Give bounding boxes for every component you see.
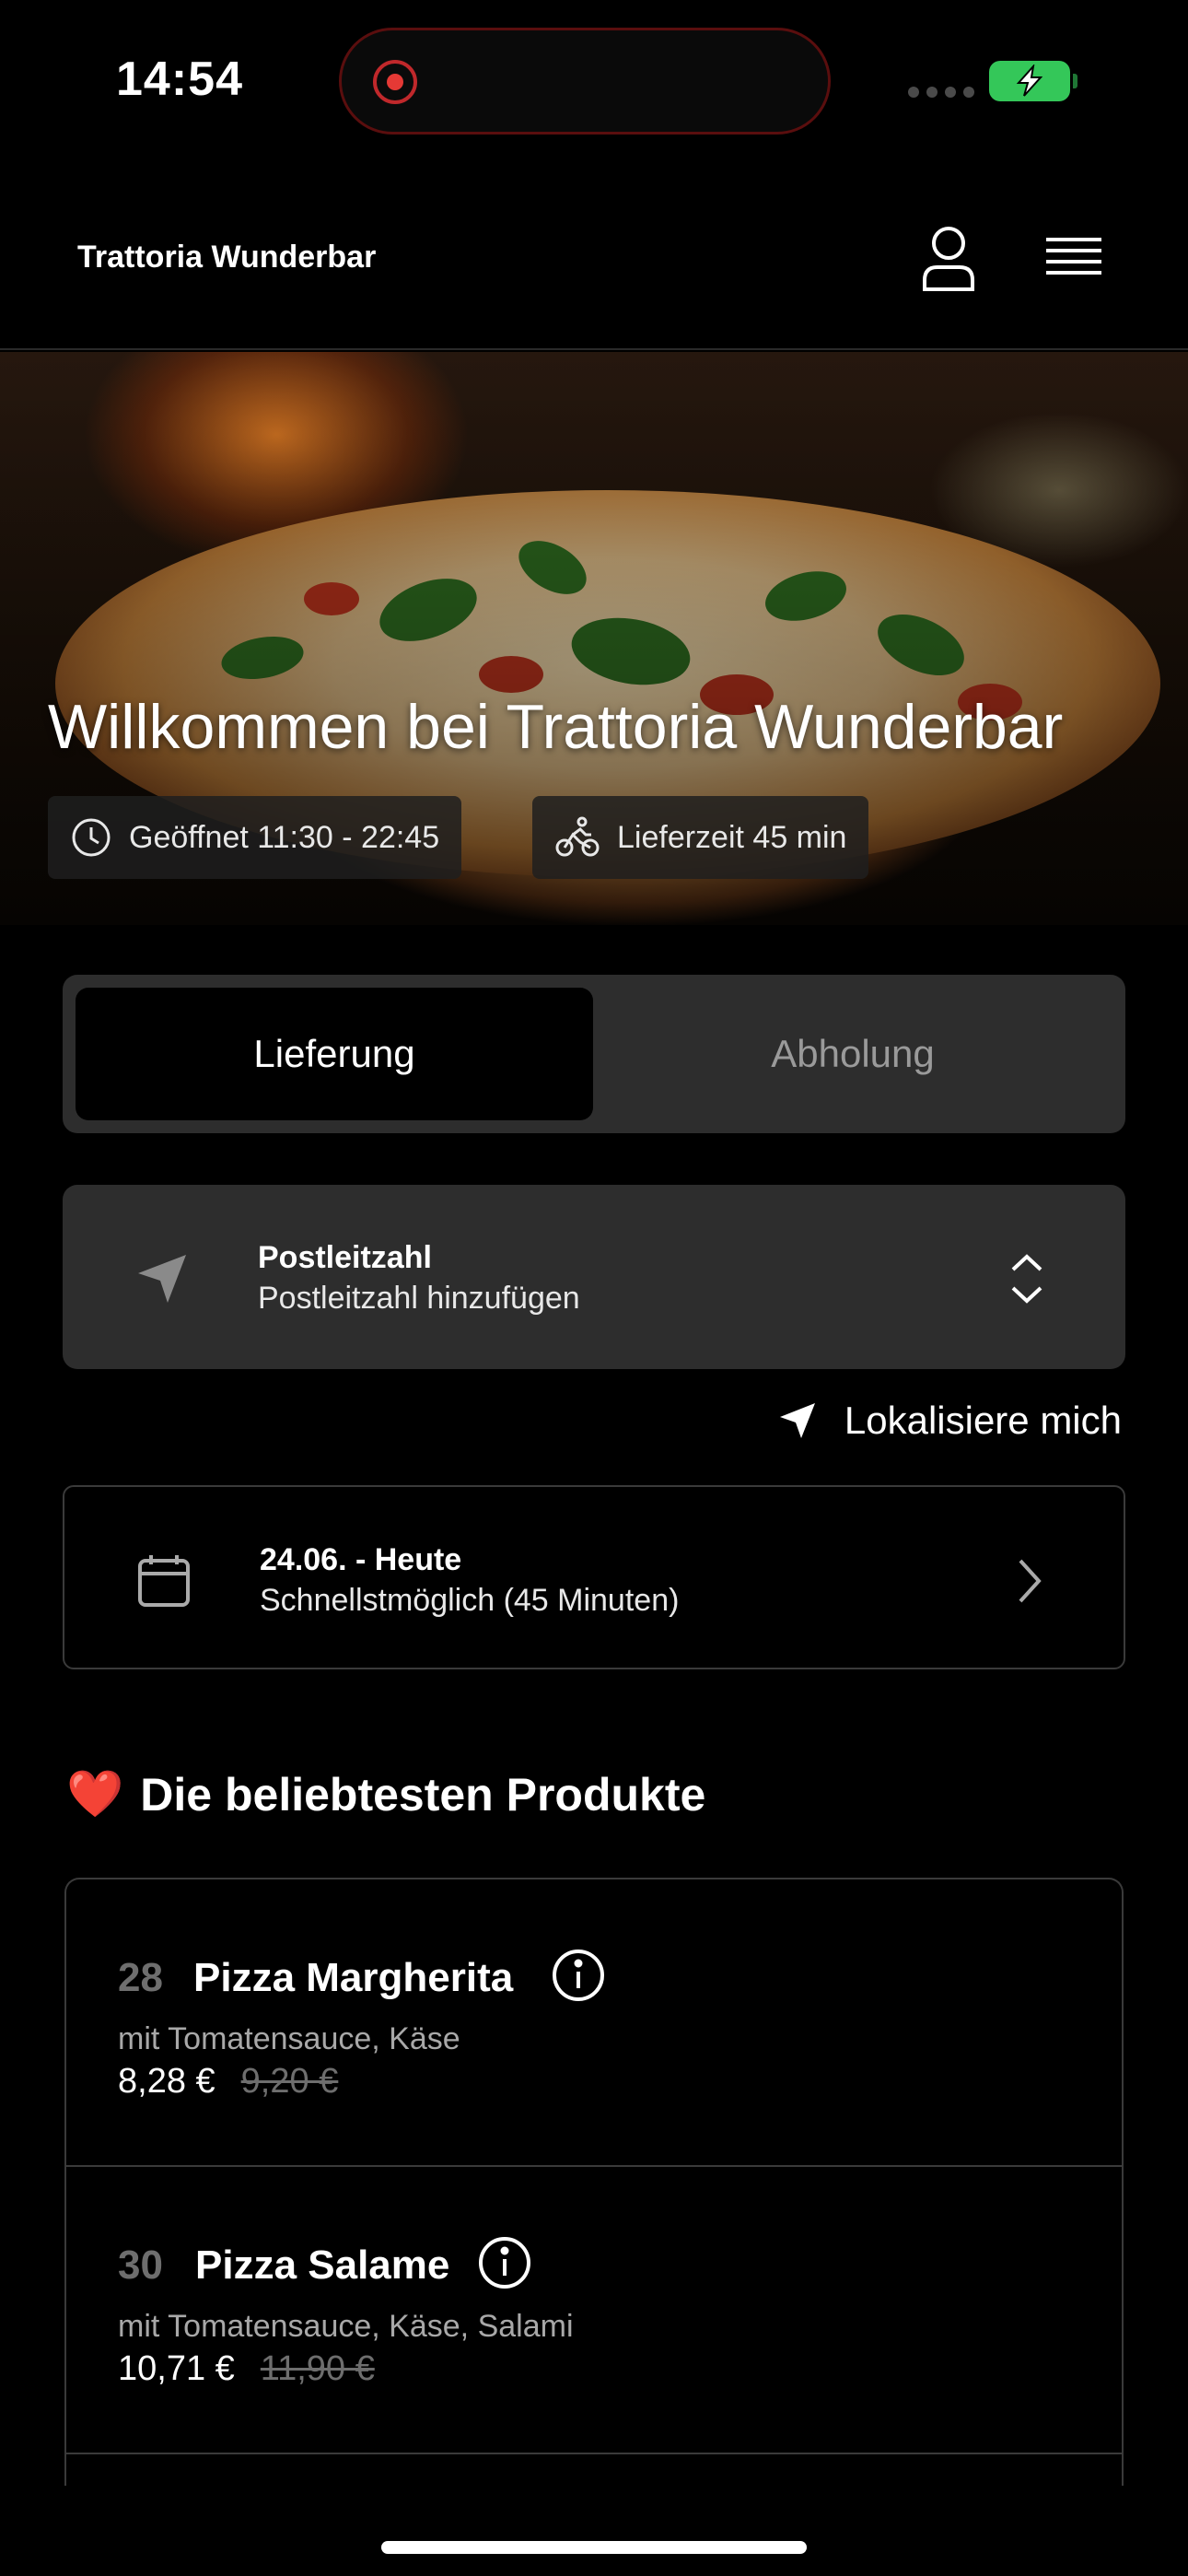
product-price-row: 8,28 € 9,20 €: [118, 2062, 338, 2102]
product-name: Pizza Margherita: [193, 1955, 514, 2000]
hero-banner: Willkommen bei Trattoria Wunderbar Geöff…: [0, 352, 1188, 925]
product-number: 30: [118, 2242, 163, 2288]
postal-code-selector[interactable]: Postleitzahl Postleitzahl hinzufügen: [63, 1185, 1125, 1369]
delivery-time-badge: Lieferzeit 45 min: [532, 796, 869, 879]
info-icon[interactable]: [477, 2235, 532, 2290]
account-button[interactable]: [912, 221, 985, 295]
heart-icon: ❤️: [66, 1768, 124, 1820]
home-indicator[interactable]: [381, 2541, 807, 2554]
opening-hours-badge: Geöffnet 11:30 - 22:45: [48, 796, 462, 879]
brand-name[interactable]: Trattoria Wunderbar: [77, 240, 376, 275]
product-old-price: 11,90 €: [260, 2349, 375, 2388]
calendar-icon: [138, 1555, 190, 1607]
tab-delivery[interactable]: Lieferung: [76, 988, 593, 1120]
product-description: mit Tomatensauce, Käse: [118, 2021, 460, 2056]
menu-button[interactable]: [1037, 225, 1111, 291]
product-number: 28: [118, 1955, 163, 2000]
delivery-date-title: 24.06. - Heute: [260, 1542, 462, 1577]
product-name: Pizza Salame: [195, 2242, 450, 2288]
status-bar: 14:54: [0, 0, 1188, 166]
product-list: 28 Pizza Margherita mit Tomatensauce, Kä…: [64, 1878, 1124, 2486]
app-header: Trattoria Wunderbar: [0, 166, 1188, 350]
delivery-time-text: Lieferzeit 45 min: [617, 819, 847, 855]
recording-indicator-icon: [373, 60, 417, 104]
product-item[interactable]: 28 Pizza Margherita mit Tomatensauce, Kä…: [66, 1879, 1122, 2167]
signal-icon: [908, 87, 974, 98]
delivery-date-selector[interactable]: 24.06. - Heute Schnellstmöglich (45 Minu…: [63, 1485, 1125, 1669]
postal-code-placeholder: Postleitzahl hinzufügen: [258, 1281, 580, 1316]
battery-charging-icon: [989, 61, 1077, 101]
tab-pickup[interactable]: Abholung: [593, 988, 1112, 1120]
status-time: 14:54: [116, 53, 243, 106]
info-icon[interactable]: [551, 1948, 606, 2003]
opening-hours-text: Geöffnet 11:30 - 22:45: [129, 819, 440, 855]
product-price-row: 10,71 € 11,90 €: [118, 2349, 375, 2389]
product-item[interactable]: 30 Pizza Salame mit Tomatensauce, Käse, …: [66, 2167, 1122, 2454]
dynamic-island: [339, 28, 831, 135]
chevron-right-icon: [1019, 1559, 1042, 1603]
hamburger-menu-icon: [1046, 238, 1101, 275]
locate-me-label: Lokalisiere mich: [844, 1399, 1122, 1442]
locate-me-button[interactable]: Lokalisiere mich: [776, 1399, 1122, 1443]
user-icon: [923, 227, 974, 291]
product-price: 10,71 €: [118, 2349, 235, 2388]
bicycle-courier-icon: [555, 816, 600, 857]
product-price: 8,28 €: [118, 2062, 215, 2101]
location-arrow-icon: [779, 1403, 815, 1438]
postal-code-label: Postleitzahl: [258, 1240, 432, 1275]
order-type-toggle: Lieferung Abholung: [63, 975, 1125, 1133]
popular-products-heading: ❤️ Die beliebtesten Produkte: [66, 1767, 705, 1821]
popular-products-title: Die beliebtesten Produkte: [140, 1768, 706, 1821]
clock-icon: [72, 818, 111, 857]
location-arrow-icon: [138, 1255, 186, 1303]
delivery-date-subtitle: Schnellstmöglich (45 Minuten): [260, 1583, 680, 1618]
hero-title: Willkommen bei Trattoria Wunderbar: [48, 692, 1064, 762]
chevron-up-down-icon: [1011, 1254, 1042, 1304]
product-description: mit Tomatensauce, Käse, Salami: [118, 2309, 574, 2344]
product-old-price: 9,20 €: [240, 2062, 339, 2101]
